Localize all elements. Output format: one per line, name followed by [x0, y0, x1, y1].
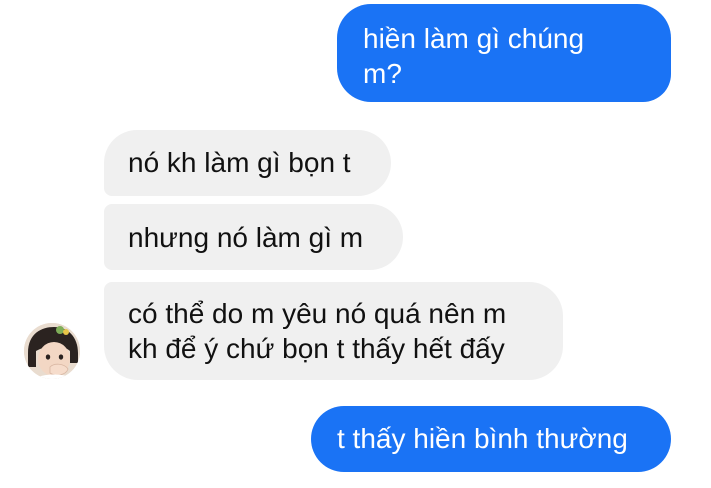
incoming-message-bubble[interactable]: nó kh làm gì bọn t [104, 130, 391, 196]
message-text-line: kh để ý chứ bọn t thấy hết đấy [128, 333, 505, 364]
incoming-message-bubble[interactable]: có thể do m yêu nó quá nên m kh để ý chứ… [104, 282, 563, 380]
incoming-message-bubble[interactable]: nhưng nó làm gì m [104, 204, 403, 270]
message-text-line: nhưng nó làm gì m [128, 222, 364, 253]
message-text-line: m? [363, 58, 402, 89]
contact-avatar[interactable] [24, 323, 80, 379]
message-text-line: có thể do m yêu nó quá nên m [128, 298, 507, 329]
outgoing-message-bubble[interactable]: hiền làm gì chúng m? [337, 4, 671, 102]
message-text-line: t thấy hiền bình thường [337, 423, 628, 454]
avatar-photo-icon [24, 323, 80, 379]
message-text-line: hiền làm gì chúng [363, 23, 585, 54]
outgoing-message-bubble[interactable]: t thấy hiền bình thường [311, 406, 671, 472]
message-text-line: nó kh làm gì bọn t [128, 147, 351, 178]
